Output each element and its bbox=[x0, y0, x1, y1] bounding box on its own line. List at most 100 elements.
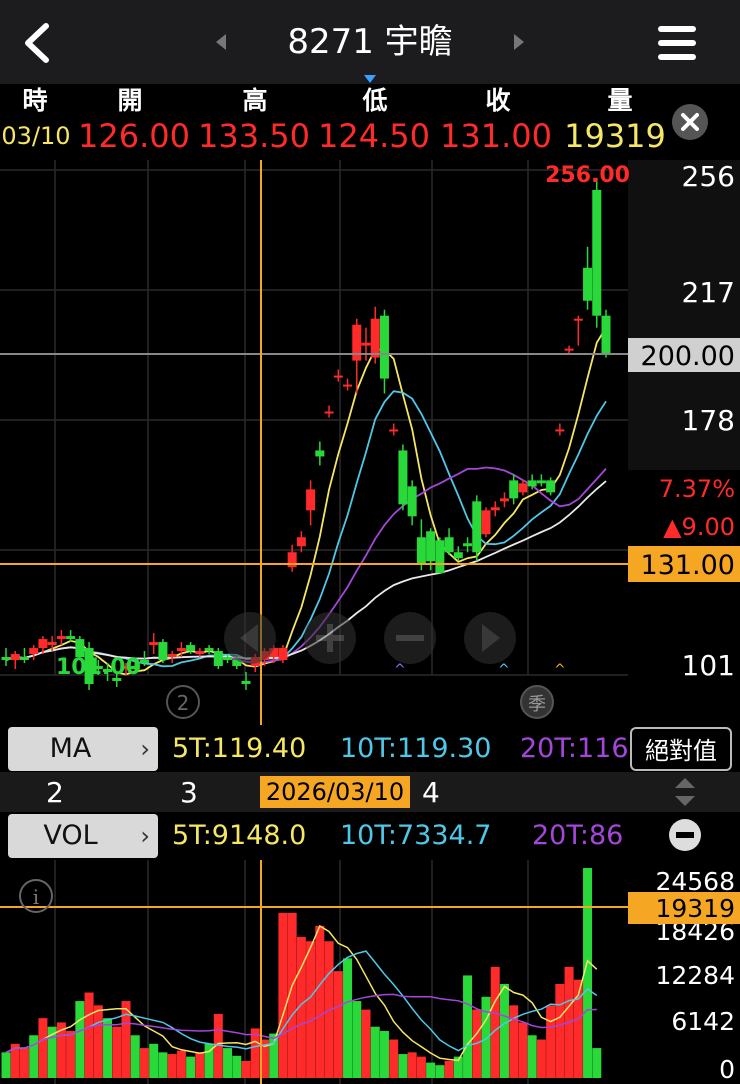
vol-ma20-value: 20T:86 bbox=[532, 820, 624, 851]
volume-bar bbox=[435, 1065, 445, 1078]
candle-body bbox=[158, 642, 168, 661]
crosshair-date-tag: 2026/03/10 bbox=[260, 776, 410, 808]
ohlc-low: 124.50 bbox=[318, 117, 430, 155]
volume-bar bbox=[536, 1039, 546, 1078]
candle-body bbox=[38, 639, 48, 649]
svg-text:i: i bbox=[33, 885, 39, 909]
page-title: 8271 宇瞻 bbox=[287, 22, 453, 62]
candle-body bbox=[472, 501, 482, 553]
volume-bar bbox=[370, 1026, 380, 1078]
marker-caret: ^ bbox=[394, 662, 406, 678]
candle-body bbox=[573, 318, 583, 321]
candle-body bbox=[223, 657, 233, 661]
candle-body bbox=[29, 648, 39, 655]
volume-bar bbox=[490, 966, 500, 1078]
candle-body bbox=[509, 480, 519, 499]
candle-body bbox=[296, 537, 306, 547]
close-ohlc-button[interactable] bbox=[670, 102, 710, 142]
volume-bar bbox=[518, 1022, 528, 1078]
previous-stock-button[interactable] bbox=[212, 28, 232, 56]
candle-body bbox=[278, 648, 288, 661]
candle-body bbox=[176, 648, 186, 652]
menu-button[interactable] bbox=[652, 20, 702, 66]
caret-down-icon bbox=[362, 70, 378, 83]
volume-bar bbox=[176, 1050, 186, 1078]
candle-body bbox=[481, 510, 491, 535]
hamburger-icon bbox=[658, 26, 696, 60]
volume-bar bbox=[130, 1035, 140, 1078]
candle-body bbox=[426, 531, 436, 562]
volume-bar bbox=[29, 1035, 39, 1078]
candle-body bbox=[536, 480, 546, 484]
volume-bar bbox=[546, 1005, 556, 1078]
volume-bar bbox=[66, 1030, 76, 1078]
ohlc-high: 133.50 bbox=[198, 117, 310, 155]
vol-selector-button[interactable]: VOL › bbox=[8, 814, 158, 858]
ma-label: MA bbox=[49, 733, 92, 764]
vol-tick: 0 bbox=[719, 1055, 735, 1084]
volume-bar bbox=[269, 1033, 279, 1078]
candle-body bbox=[398, 450, 408, 505]
vol-tick: 12284 bbox=[655, 961, 735, 990]
candle-body bbox=[463, 543, 473, 547]
next-stock-button[interactable] bbox=[508, 28, 528, 56]
candle-body bbox=[195, 651, 205, 655]
vol-ma5-value: 5T:9148.0 bbox=[172, 820, 307, 851]
volume-bar bbox=[463, 975, 473, 1078]
volume-bar bbox=[398, 1054, 408, 1078]
candle-body bbox=[379, 315, 389, 379]
date-axis-label: 4 bbox=[422, 776, 440, 809]
volume-bar bbox=[38, 1018, 48, 1078]
collapse-indicator-button[interactable] bbox=[668, 818, 702, 852]
candle-body bbox=[546, 480, 556, 493]
candlestick-chart[interactable]: 256 217 178 101 200.00 7.37% ▲9.00 131.0… bbox=[0, 160, 740, 725]
label-open: 開 bbox=[117, 86, 143, 115]
volume-chart[interactable]: 24568 18426 12284 6142 0 19319 i bbox=[0, 860, 740, 1084]
ma5-value: 5T:119.40 bbox=[172, 733, 307, 764]
vol-label: VOL bbox=[43, 820, 98, 851]
marker-caret: ^ bbox=[554, 662, 566, 678]
vol-tick: 24568 bbox=[655, 867, 735, 896]
price-tick-178: 178 bbox=[682, 404, 735, 437]
volume-bar bbox=[223, 1048, 233, 1078]
svg-text:季: 季 bbox=[528, 694, 546, 715]
volume-bar bbox=[93, 1005, 103, 1078]
volume-bar bbox=[407, 1052, 417, 1078]
ohlc-open: 126.00 bbox=[78, 117, 190, 155]
label-low: 低 bbox=[362, 86, 388, 115]
candle-body bbox=[324, 411, 334, 414]
candle-body bbox=[407, 486, 417, 517]
candle-body bbox=[186, 645, 196, 652]
volume-bar bbox=[333, 971, 343, 1078]
candle-body bbox=[352, 324, 362, 361]
change-percent: 7.37% bbox=[659, 475, 735, 503]
back-button[interactable] bbox=[14, 18, 64, 68]
candle-body bbox=[370, 318, 380, 358]
candle-body bbox=[315, 450, 325, 457]
resize-handle-icon[interactable] bbox=[672, 776, 698, 808]
close-price: 131.00 bbox=[641, 550, 735, 581]
vol-ma10-value: 10T:7334.7 bbox=[340, 820, 492, 851]
volume-bar bbox=[379, 1030, 389, 1078]
volume-bar bbox=[306, 941, 316, 1078]
candle-body bbox=[19, 657, 29, 661]
volume-bar bbox=[499, 983, 509, 1078]
absolute-value-button[interactable]: 絕對值 bbox=[630, 727, 732, 771]
candle-body bbox=[592, 189, 602, 316]
ma5-line bbox=[5, 327, 607, 676]
vol-crosshair-value: 19319 bbox=[655, 894, 735, 923]
ma-selector-button[interactable]: MA › bbox=[8, 727, 158, 771]
volume-bar bbox=[444, 1060, 454, 1078]
candle-body bbox=[444, 537, 454, 553]
candle-body bbox=[241, 680, 251, 684]
candle-body bbox=[149, 642, 159, 646]
volume-bar bbox=[112, 1026, 122, 1078]
candle-body bbox=[564, 348, 574, 351]
candle-body bbox=[518, 483, 528, 493]
volume-bar bbox=[527, 1035, 537, 1078]
candle-body bbox=[10, 654, 20, 661]
price-tick-101: 101 bbox=[682, 649, 735, 682]
candle-body bbox=[66, 636, 76, 640]
candle-body bbox=[555, 429, 565, 432]
volume-bar bbox=[416, 1056, 426, 1078]
